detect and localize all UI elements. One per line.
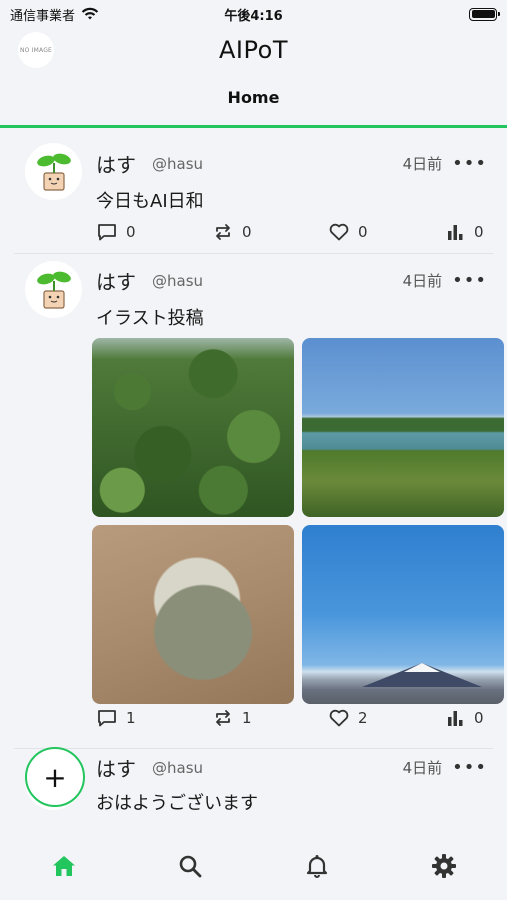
comment-icon — [98, 710, 116, 727]
post-header: はす @hasu 4日前 ••• — [96, 266, 493, 295]
bar-chart-icon — [448, 711, 463, 726]
gear-icon — [432, 854, 456, 878]
like-button[interactable]: 2 — [328, 707, 368, 729]
nav-notifications[interactable] — [299, 848, 335, 884]
user-handle: @hasu — [152, 154, 204, 173]
more-options-icon[interactable]: ••• — [452, 270, 487, 291]
sprout-icon — [36, 271, 71, 309]
post-time: 4日前 — [402, 272, 443, 290]
post-time: 4日前 — [402, 155, 443, 173]
repost-icon — [216, 710, 230, 726]
view-count: 0 — [474, 709, 484, 727]
reply-count: 0 — [126, 223, 136, 241]
reply-count: 1 — [126, 709, 136, 727]
post[interactable]: はす @hasu 4日前 ••• 今日もAI日和 0 0 0 0 — [14, 131, 493, 254]
post-text: イラスト投稿 — [96, 308, 204, 329]
repost-count: 1 — [242, 709, 252, 727]
post[interactable]: はす @hasu 4日前 ••• おはようございます — [14, 749, 493, 829]
nav-settings[interactable] — [426, 848, 462, 884]
tab-home[interactable]: Home — [0, 88, 507, 107]
post-header: はす @hasu 4日前 ••• — [96, 149, 493, 178]
bar-chart-icon — [448, 225, 463, 240]
nav-home[interactable] — [46, 848, 82, 884]
repost-button[interactable]: 0 — [212, 221, 252, 243]
heart-icon — [329, 709, 349, 727]
search-icon — [179, 855, 202, 878]
avatar[interactable] — [25, 261, 82, 318]
post-image-jar[interactable] — [92, 525, 294, 704]
post-image-mountain[interactable] — [302, 525, 504, 704]
tab-indicator — [0, 125, 507, 128]
image-grid — [92, 338, 504, 704]
repost-count: 0 — [242, 223, 252, 241]
post-time: 4日前 — [402, 759, 443, 777]
bottom-nav — [0, 836, 507, 900]
post-text: 今日もAI日和 — [96, 191, 204, 212]
battery-icon — [469, 7, 500, 21]
action-bar: 1 1 2 0 — [96, 707, 493, 729]
like-button[interactable]: 0 — [328, 221, 368, 243]
heart-icon — [329, 223, 349, 241]
app-title: AIPoT — [219, 36, 288, 64]
like-count: 2 — [358, 709, 368, 727]
app-header: NO IMAGE AIPoT Home — [0, 28, 507, 128]
sprout-icon — [36, 153, 71, 191]
user-name[interactable]: はす — [96, 266, 136, 295]
user-handle: @hasu — [152, 271, 204, 290]
reply-button[interactable]: 0 — [96, 221, 136, 243]
post-header: はす @hasu 4日前 ••• — [96, 753, 493, 782]
post-image-forest[interactable] — [92, 338, 294, 517]
avatar[interactable] — [25, 143, 82, 200]
more-options-icon[interactable]: ••• — [452, 757, 487, 778]
action-bar: 0 0 0 0 — [96, 221, 493, 243]
status-bar: 通信事業者 午後4:16 — [0, 0, 507, 28]
bell-icon — [306, 855, 328, 878]
repost-icon — [216, 224, 230, 240]
post-text: おはようございます — [96, 793, 258, 814]
reply-button[interactable]: 1 — [96, 707, 136, 729]
comment-icon — [98, 224, 116, 241]
like-count: 0 — [358, 223, 368, 241]
post-image-coast[interactable] — [302, 338, 504, 517]
views-button[interactable]: 0 — [444, 221, 484, 243]
more-options-icon[interactable]: ••• — [452, 153, 487, 174]
post[interactable]: はす @hasu 4日前 ••• イラスト投稿 1 1 2 0 — [14, 254, 504, 749]
user-name[interactable]: はす — [96, 753, 136, 782]
user-handle: @hasu — [152, 758, 204, 777]
nav-search[interactable] — [172, 848, 208, 884]
repost-button[interactable]: 1 — [212, 707, 252, 729]
status-time: 午後4:16 — [224, 8, 283, 24]
feed: はす @hasu 4日前 ••• 今日もAI日和 0 0 0 0 はす @has… — [0, 131, 507, 829]
new-post-button[interactable]: + — [25, 747, 85, 807]
view-count: 0 — [474, 223, 484, 241]
user-name[interactable]: はす — [96, 149, 136, 178]
views-button[interactable]: 0 — [444, 707, 484, 729]
home-icon — [53, 856, 75, 876]
